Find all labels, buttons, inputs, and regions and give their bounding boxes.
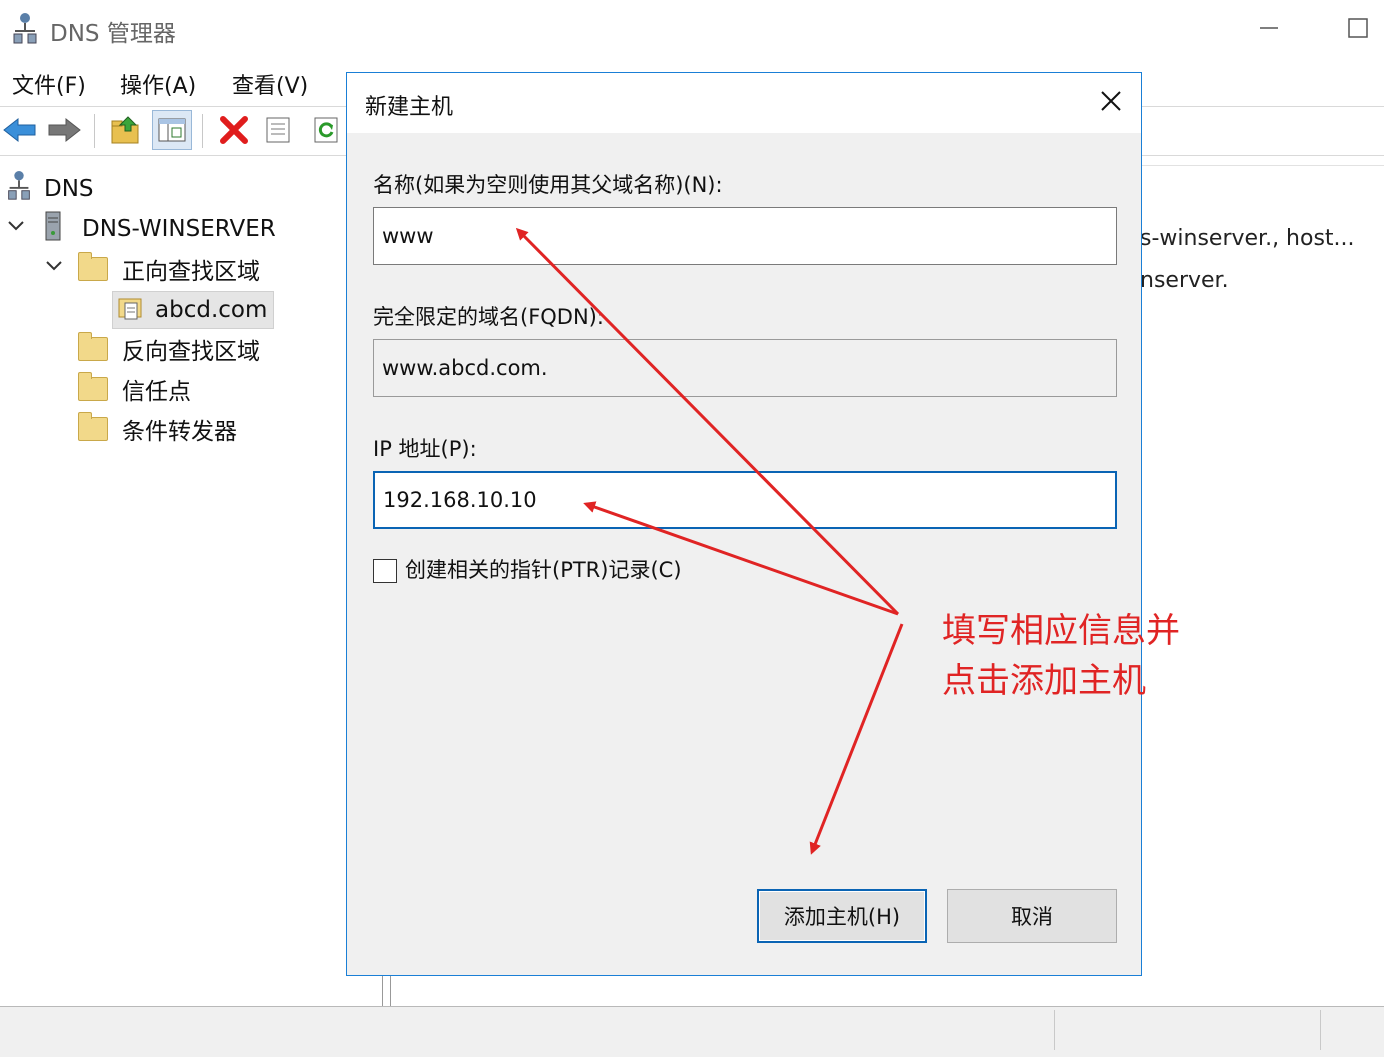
dns-app-icon (12, 12, 38, 50)
tree-item-trust-points[interactable]: 信任点 (78, 371, 191, 407)
record-data-cell: nserver. (1140, 268, 1229, 293)
tree-label: 正向查找区域 (122, 259, 260, 285)
close-button[interactable] (1091, 85, 1131, 121)
pane-splitter[interactable] (382, 976, 391, 1006)
ptr-record-label[interactable]: 创建相关的指针(PTR)记录(C) (405, 554, 682, 584)
dns-root-icon (6, 170, 36, 208)
cancel-button[interactable]: 取消 (947, 889, 1117, 943)
menu-view[interactable]: 查看(V) (232, 68, 308, 100)
list-header-divider (1142, 165, 1384, 166)
back-arrow-icon[interactable] (0, 110, 40, 150)
minimize-button[interactable] (1250, 8, 1290, 48)
tree-item-forward-zones[interactable]: 正向查找区域 (44, 251, 260, 287)
tree-item-zone-abcd[interactable]: abcd.com (112, 291, 275, 329)
properties-icon[interactable] (258, 110, 298, 150)
menu-action[interactable]: 操作(A) (120, 68, 196, 100)
name-label: 名称(如果为空则使用其父域名称)(N): (373, 173, 723, 197)
name-input[interactable] (373, 207, 1117, 265)
tree-label: DNS (44, 176, 94, 202)
window-title: DNS 管理器 (50, 21, 176, 47)
annotation-line: 点击添加主机 (942, 661, 1146, 701)
annotation-line: 填写相应信息并 (942, 611, 1180, 651)
record-data-cell: s-winserver., host... (1140, 226, 1355, 251)
chevron-down-icon[interactable] (44, 256, 66, 282)
tree-label: 反向查找区域 (122, 339, 260, 365)
folder-icon (78, 252, 108, 281)
menu-file[interactable]: 文件(F) (12, 68, 86, 100)
refresh-icon[interactable] (306, 110, 346, 150)
show-hide-tree-icon[interactable] (152, 110, 192, 150)
status-bar (0, 1006, 1384, 1057)
toolbar-separator (202, 114, 203, 148)
dialog-title: 新建主机 (365, 95, 454, 120)
ptr-record-checkbox[interactable] (373, 559, 397, 583)
status-bar-separator (1320, 1010, 1321, 1050)
tree-item-reverse-zones[interactable]: 反向查找区域 (78, 331, 260, 367)
forward-arrow-icon[interactable] (44, 110, 84, 150)
new-host-dialog: 新建主机 名称(如果为空则使用其父域名称)(N): 完全限定的域名(FQDN):… (346, 72, 1142, 976)
up-folder-icon[interactable] (106, 110, 146, 150)
zone-icon (117, 293, 147, 327)
toolbar-separator (94, 114, 95, 148)
ip-address-input[interactable] (373, 471, 1117, 529)
dialog-title-bar: 新建主机 (347, 73, 1141, 133)
folder-icon (78, 372, 108, 401)
status-bar-separator (1054, 1010, 1055, 1050)
annotation-text: 填写相应信息并 点击添加主机 (942, 606, 1180, 706)
tree-item-server[interactable]: DNS-WINSERVER (6, 211, 276, 247)
delete-icon[interactable] (214, 110, 254, 150)
tree-item-dns[interactable]: DNS (6, 170, 94, 208)
title-bar: DNS 管理器 (0, 0, 1384, 60)
maximize-button[interactable] (1338, 8, 1378, 48)
folder-icon (78, 412, 108, 441)
tree-item-conditional-forwarders[interactable]: 条件转发器 (78, 411, 237, 447)
tree-label: 条件转发器 (122, 419, 237, 445)
close-icon (1099, 89, 1123, 117)
tree-label: 信任点 (122, 379, 191, 405)
fqdn-label: 完全限定的域名(FQDN): (373, 305, 604, 329)
chevron-down-icon[interactable] (6, 216, 28, 242)
fqdn-field (373, 339, 1117, 397)
tree-label: abcd.com (155, 297, 268, 323)
folder-icon (78, 332, 108, 361)
ip-address-label: IP 地址(P): (373, 437, 477, 461)
tree-label: DNS-WINSERVER (82, 216, 276, 242)
server-icon (44, 211, 64, 247)
add-host-button[interactable]: 添加主机(H) (757, 889, 927, 943)
